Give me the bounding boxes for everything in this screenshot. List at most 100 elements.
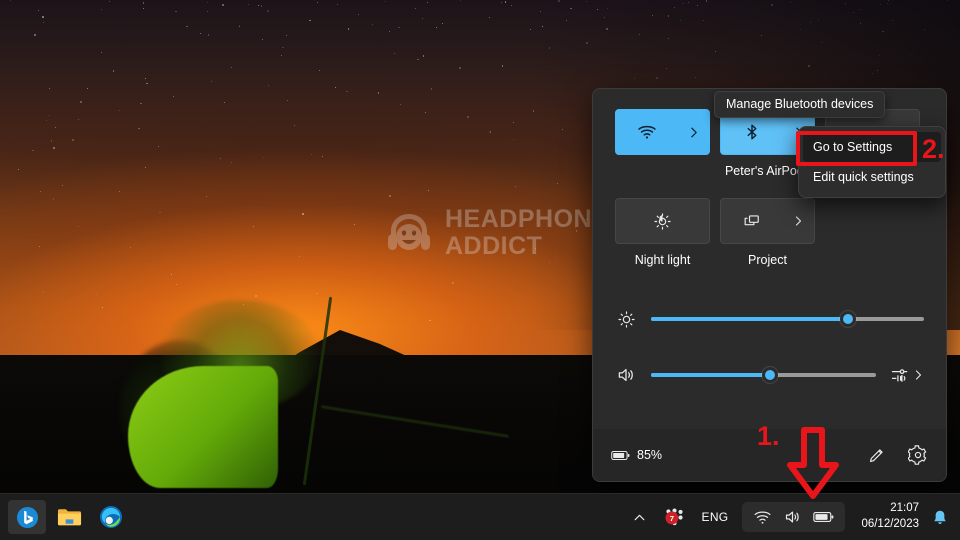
star xyxy=(109,1,111,3)
pencil-icon[interactable] xyxy=(867,446,886,465)
taskbar-language[interactable]: ENG xyxy=(692,510,739,524)
star xyxy=(311,154,313,155)
star xyxy=(346,90,348,92)
taskbar-tray-cluster[interactable] xyxy=(742,502,846,532)
star xyxy=(49,115,51,116)
star xyxy=(309,19,311,21)
volume-slider-track[interactable] xyxy=(651,367,876,383)
star xyxy=(489,17,491,19)
audio-output-selector-icon xyxy=(891,369,908,383)
volume-slider-row[interactable] xyxy=(593,347,946,403)
star xyxy=(247,4,250,6)
menu-item-edit-quick-settings[interactable]: Edit quick settings xyxy=(803,162,941,192)
battery-status[interactable]: 85% xyxy=(611,448,662,462)
tile-wifi[interactable] xyxy=(615,109,710,178)
brightness-slider-thumb[interactable] xyxy=(839,311,856,327)
project-icon[interactable] xyxy=(721,199,782,243)
tile-night-light-button[interactable] xyxy=(615,198,710,244)
star xyxy=(258,4,259,6)
star xyxy=(393,52,395,54)
star xyxy=(159,211,161,214)
star xyxy=(186,25,189,28)
star xyxy=(37,9,40,12)
wifi-icon[interactable] xyxy=(616,110,677,154)
chevron-right-icon[interactable] xyxy=(782,199,814,243)
night-light-icon[interactable] xyxy=(616,199,709,243)
taskbar-app-bing-copilot[interactable] xyxy=(8,500,46,534)
star xyxy=(129,247,131,249)
star xyxy=(18,168,19,170)
wifi-icon[interactable] xyxy=(753,509,772,526)
star xyxy=(466,115,469,118)
tile-project[interactable]: Project xyxy=(720,198,815,267)
chevron-right-icon[interactable] xyxy=(677,110,709,154)
star xyxy=(281,55,282,57)
tile-project-button[interactable] xyxy=(720,198,815,244)
star xyxy=(239,26,241,28)
tile-night-light-label: Night light xyxy=(634,253,691,267)
star xyxy=(173,95,175,98)
star xyxy=(388,30,390,32)
star xyxy=(34,34,37,37)
star xyxy=(42,16,44,18)
taskbar-app-edge[interactable] xyxy=(92,500,130,534)
star xyxy=(50,140,53,142)
star xyxy=(53,147,55,149)
star xyxy=(87,87,88,89)
clock-date: 06/12/2023 xyxy=(861,518,919,530)
star xyxy=(42,291,44,294)
taskbar-app-file-explorer[interactable] xyxy=(50,500,88,534)
star xyxy=(206,196,207,197)
security-notification-icon: 7 xyxy=(664,508,683,525)
battery-icon[interactable] xyxy=(813,510,834,524)
taskbar-overflow-chevron[interactable] xyxy=(622,511,657,524)
volume-icon[interactable] xyxy=(783,508,802,526)
star xyxy=(62,185,63,186)
star xyxy=(414,7,417,10)
star xyxy=(287,100,289,102)
star xyxy=(353,224,355,225)
star xyxy=(143,7,144,9)
star xyxy=(260,5,262,7)
star xyxy=(140,102,142,104)
taskbar-notification-bell[interactable] xyxy=(929,508,951,527)
annotation-step-2-label: 2. xyxy=(922,134,945,164)
taskbar[interactable]: 7 ENG 21:07 06/12/2023 xyxy=(0,493,960,540)
star xyxy=(207,34,210,36)
star xyxy=(223,101,225,104)
star xyxy=(220,157,221,159)
star xyxy=(52,198,55,200)
star xyxy=(389,194,391,197)
bluetooth-tooltip: Manage Bluetooth devices xyxy=(714,91,886,118)
brightness-slider-track[interactable] xyxy=(651,311,924,327)
star xyxy=(427,2,429,4)
star xyxy=(377,92,380,95)
chevron-right-icon xyxy=(915,370,922,380)
star xyxy=(285,34,288,36)
star xyxy=(112,70,115,72)
gear-icon[interactable] xyxy=(908,445,928,465)
brightness-slider-row[interactable] xyxy=(593,291,946,347)
star xyxy=(144,166,146,168)
volume-slider-fill xyxy=(651,373,771,377)
star xyxy=(200,33,202,35)
star xyxy=(357,13,360,15)
star xyxy=(43,21,45,23)
star xyxy=(175,11,177,13)
star xyxy=(337,3,339,5)
tile-wifi-button[interactable] xyxy=(615,109,710,155)
taskbar-security-icon[interactable]: 7 xyxy=(657,508,692,527)
menu-item-go-to-settings[interactable]: Go to Settings xyxy=(803,132,941,162)
green-tent xyxy=(120,270,540,500)
star xyxy=(441,23,443,24)
star xyxy=(504,1,506,3)
star xyxy=(384,0,386,2)
star xyxy=(513,139,515,141)
star xyxy=(302,213,304,215)
tile-night-light[interactable]: Night light xyxy=(615,198,710,267)
bell-icon xyxy=(934,510,946,524)
star xyxy=(231,66,233,68)
taskbar-clock[interactable]: 21:07 06/12/2023 xyxy=(849,501,929,532)
audio-output-selector[interactable] xyxy=(890,365,924,385)
volume-slider-thumb[interactable] xyxy=(762,367,779,383)
